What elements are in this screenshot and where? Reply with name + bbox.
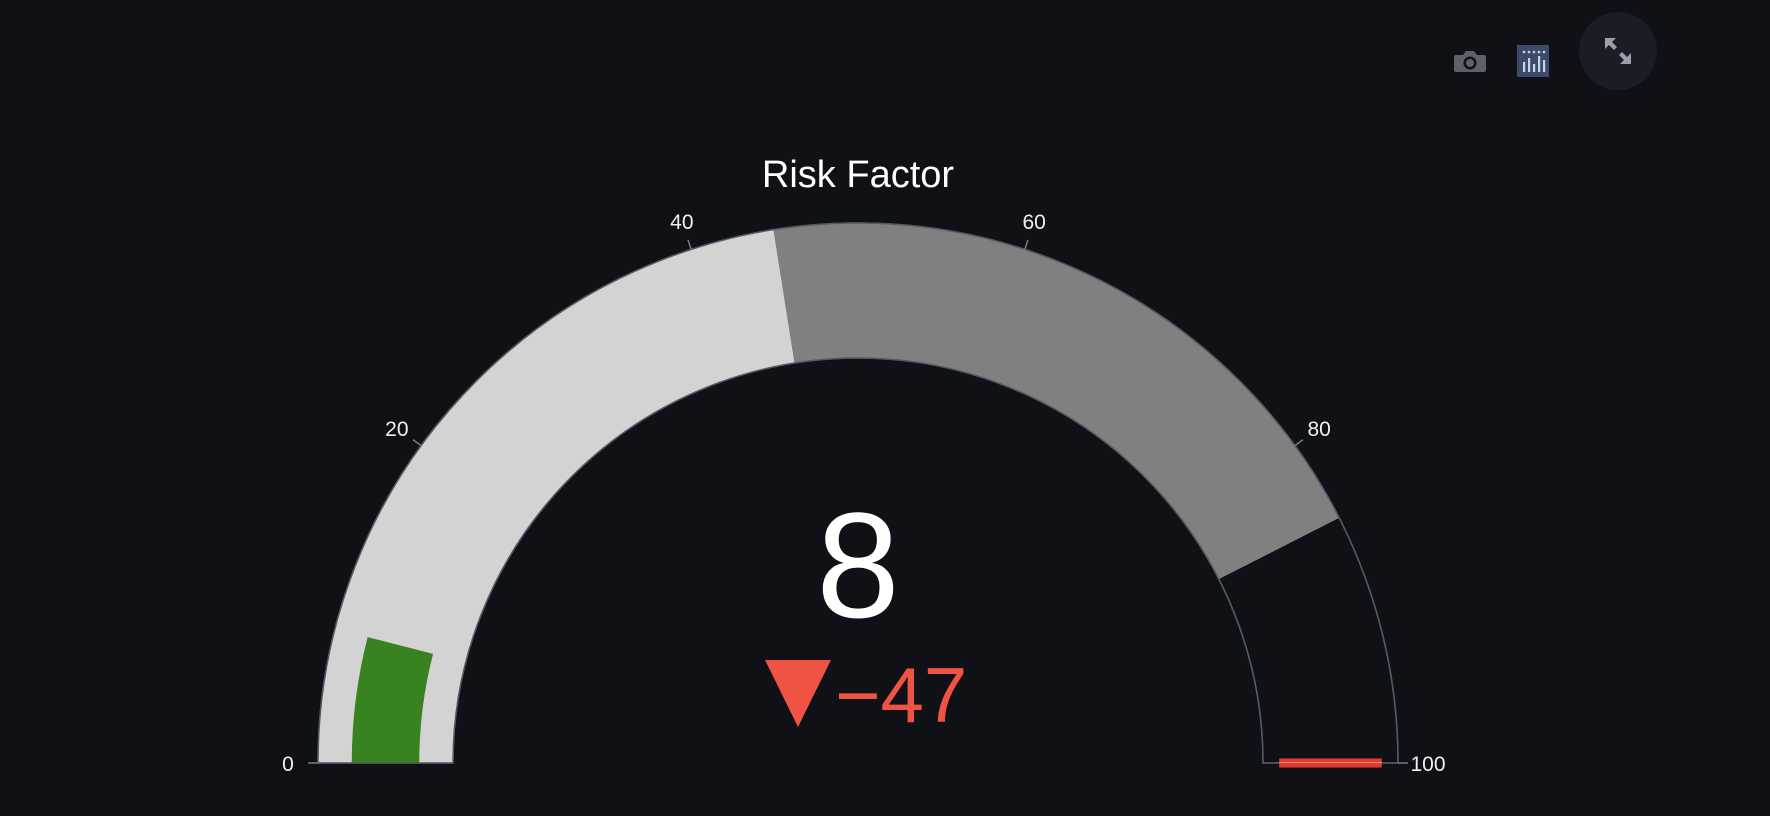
gauge-tick-label: 60 bbox=[1022, 211, 1045, 234]
gauge-delta-value: −47 bbox=[835, 651, 967, 739]
gauge-value-number: 8 bbox=[816, 481, 899, 649]
gauge-tick bbox=[412, 439, 422, 447]
gauge-tick bbox=[1294, 439, 1304, 447]
gauge-tick-label: 20 bbox=[385, 418, 408, 441]
delta-down-arrow-icon bbox=[765, 660, 831, 727]
streamlit-chart-icon[interactable] bbox=[1515, 44, 1551, 78]
gauge-tick bbox=[1024, 239, 1029, 250]
gauge-chart-container: 0 20 40 60 80 100 Risk Factor 8 −47 bbox=[0, 0, 1770, 816]
gauge-tick-label: 80 bbox=[1307, 418, 1330, 441]
gauge-tick-label: 40 bbox=[670, 211, 693, 234]
fullscreen-icon[interactable] bbox=[1579, 12, 1657, 90]
gauge-tick-label: 0 bbox=[282, 753, 294, 776]
gauge-tick bbox=[687, 239, 692, 250]
gauge-title: Risk Factor bbox=[762, 154, 954, 196]
camera-icon[interactable] bbox=[1450, 44, 1490, 78]
gauge-tick-label: 100 bbox=[1410, 753, 1445, 776]
gauge-chart: 0 20 40 60 80 100 Risk Factor 8−47 bbox=[282, 154, 1445, 776]
